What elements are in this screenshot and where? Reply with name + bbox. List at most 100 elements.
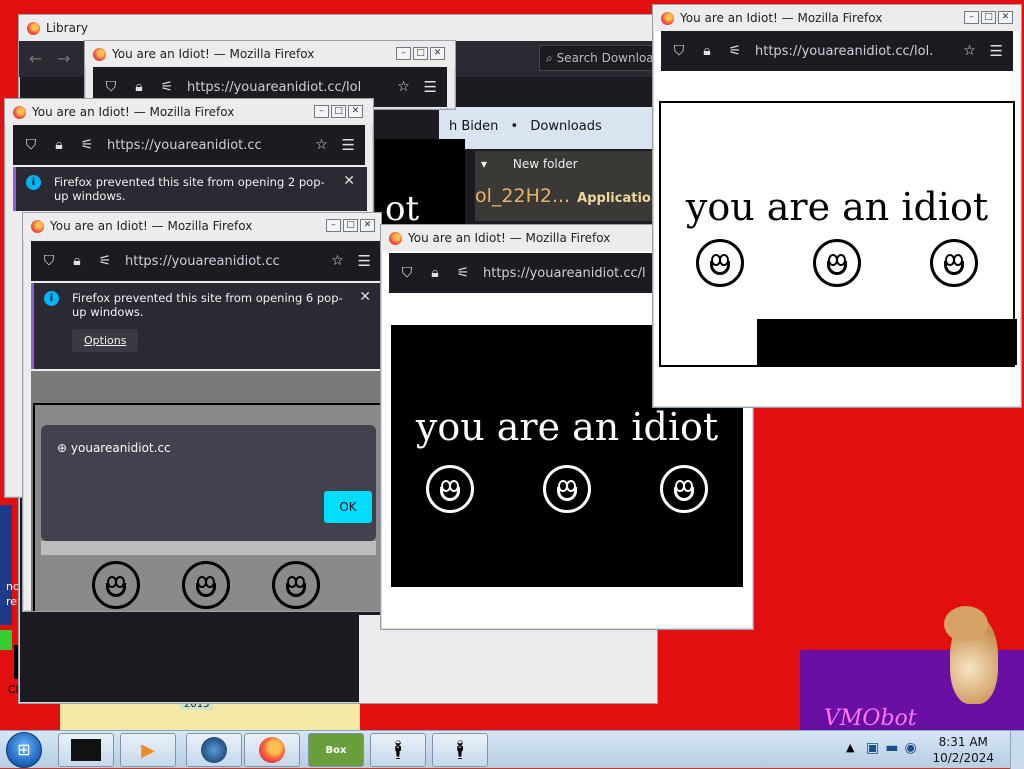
taskbar-cmd[interactable] bbox=[58, 733, 114, 767]
smiley-row bbox=[71, 561, 341, 609]
firefox-icon bbox=[31, 219, 44, 233]
hamburger-menu-icon[interactable]: ☰ bbox=[990, 42, 1003, 60]
smiley-icon bbox=[930, 239, 979, 287]
library-dark-partial-panel: ot bbox=[375, 139, 465, 229]
taskbar-firefox[interactable] bbox=[244, 733, 300, 767]
permissions-icon[interactable]: ⚟ bbox=[455, 265, 471, 281]
bookmark-star-icon[interactable]: ☆ bbox=[330, 253, 346, 269]
new-folder-label: New folder bbox=[512, 157, 578, 171]
lock-icon[interactable]: 🔒︎ bbox=[51, 137, 67, 153]
permissions-icon[interactable]: ⚟ bbox=[159, 79, 175, 95]
firefox-window-c[interactable]: You are an Idiot! — Mozilla Firefox – □ ✕ … bbox=[22, 212, 382, 612]
maximize-button[interactable]: □ bbox=[331, 105, 346, 118]
lock-icon[interactable]: 🔒︎ bbox=[427, 265, 443, 281]
dialog-ok-button[interactable]: OK bbox=[324, 491, 372, 523]
maximize-button[interactable]: □ bbox=[981, 11, 996, 24]
permissions-icon[interactable]: ⚟ bbox=[79, 137, 95, 153]
idiot-message: you are an idiot bbox=[415, 405, 719, 449]
start-button[interactable]: ⊞ bbox=[6, 732, 42, 768]
breadcrumb-item-biden[interactable]: h Biden bbox=[449, 119, 498, 134]
permissions-icon[interactable]: ⚟ bbox=[97, 253, 113, 269]
shield-icon[interactable]: ⛉ bbox=[41, 253, 57, 269]
file-row[interactable]: ol_22H2... Application D bbox=[475, 185, 658, 213]
window-b-title: You are an Idiot! — Mozilla Firefox bbox=[32, 105, 235, 119]
file-type: Application D bbox=[577, 191, 658, 206]
window-c-content: ⊕ youareanidiot.cc OK bbox=[31, 371, 381, 611]
info-icon: i bbox=[26, 175, 41, 190]
url-bar[interactable]: https://youareanidiot.cc bbox=[125, 254, 318, 269]
smiley-row bbox=[661, 239, 1013, 287]
forward-arrow-icon[interactable]: → bbox=[57, 49, 70, 68]
bookmark-star-icon[interactable]: ☆ bbox=[314, 137, 330, 153]
firefox-icon bbox=[27, 21, 40, 35]
window-c-toolbar: ⛉ 🔒︎ ⚟ https://youareanidiot.cc ☆ ☰ bbox=[31, 241, 381, 281]
close-notification-button[interactable]: ✕ bbox=[343, 173, 355, 189]
close-notification-button[interactable]: ✕ bbox=[359, 289, 371, 305]
library-search-placeholder: Search Downloa bbox=[556, 51, 654, 65]
shield-icon[interactable]: ⛉ bbox=[671, 43, 687, 59]
lock-icon[interactable]: 🔒︎ bbox=[699, 43, 715, 59]
window-f-controls: – □ ✕ bbox=[964, 11, 1013, 24]
bookmark-star-icon[interactable]: ☆ bbox=[396, 79, 412, 95]
figure-icon: 🕴︎ bbox=[448, 739, 472, 761]
url-bar[interactable]: https://youareanidiot.cc/lol bbox=[187, 80, 384, 95]
options-button[interactable]: Options bbox=[72, 329, 139, 352]
url-bar[interactable]: https://youareanidiot.cc/lol. bbox=[755, 44, 950, 59]
shield-icon[interactable]: ⛉ bbox=[103, 79, 119, 95]
network-icon[interactable]: ▣ bbox=[866, 740, 885, 756]
hamster-image[interactable] bbox=[940, 606, 1006, 706]
box-label: Box bbox=[325, 744, 347, 756]
smiley-icon bbox=[182, 561, 230, 609]
library-search-input[interactable]: ⌕ Search Downloa bbox=[539, 45, 657, 71]
horizontal-scrollbar[interactable] bbox=[41, 541, 376, 555]
hamburger-menu-icon[interactable]: ☰ bbox=[358, 252, 371, 270]
back-arrow-icon[interactable]: ← bbox=[29, 49, 42, 68]
minimize-button[interactable]: – bbox=[396, 47, 411, 60]
tray-show-hidden[interactable]: ▲ bbox=[846, 741, 854, 754]
taskbar-figure-1[interactable]: 🕴︎ bbox=[370, 733, 426, 767]
window-b-controls: – □ ✕ bbox=[314, 105, 363, 118]
breadcrumb-item-downloads[interactable]: Downloads bbox=[530, 119, 601, 134]
new-folder-button[interactable]: ▾ New folder bbox=[481, 157, 578, 171]
lock-icon[interactable]: 🔒︎ bbox=[69, 253, 85, 269]
firefox-window-f[interactable]: You are an Idiot! — Mozilla Firefox – □ ✕ … bbox=[652, 4, 1022, 408]
clock-time: 8:31 AM bbox=[938, 735, 988, 749]
clock[interactable]: 8:31 AM 10/2/2024 bbox=[932, 734, 994, 766]
close-button[interactable]: ✕ bbox=[430, 47, 445, 60]
popup-blocked-notification: i Firefox prevented this site from openi… bbox=[13, 167, 367, 211]
shield-icon[interactable]: ⛉ bbox=[23, 137, 39, 153]
volume-icon[interactable]: ◉ bbox=[904, 740, 922, 756]
tray-icons: ▣▬◉ bbox=[866, 740, 923, 756]
display-icon[interactable]: ▬ bbox=[885, 740, 904, 756]
window-c-title: You are an Idiot! — Mozilla Firefox bbox=[50, 219, 253, 233]
taskbar-box[interactable]: Box bbox=[308, 733, 364, 767]
minimize-button[interactable]: – bbox=[314, 105, 329, 118]
shield-icon[interactable]: ⛉ bbox=[399, 265, 415, 281]
info-icon: i bbox=[44, 291, 59, 306]
minimize-button[interactable]: – bbox=[326, 219, 341, 232]
bookmark-star-icon[interactable]: ☆ bbox=[962, 43, 978, 59]
permissions-icon[interactable]: ⚟ bbox=[727, 43, 743, 59]
library-titlebar[interactable]: Library bbox=[19, 15, 657, 41]
url-bar[interactable]: https://youareanidiot.cc bbox=[107, 138, 302, 153]
window-a-controls: – □ ✕ bbox=[396, 47, 445, 60]
window-f-title: You are an Idiot! — Mozilla Firefox bbox=[680, 11, 883, 25]
maximize-button[interactable]: □ bbox=[343, 219, 358, 232]
terminal-icon bbox=[71, 739, 101, 761]
smiley-icon bbox=[425, 465, 474, 513]
hamburger-menu-icon[interactable]: ☰ bbox=[424, 78, 437, 96]
show-desktop-button[interactable] bbox=[1010, 731, 1024, 769]
firefox-icon bbox=[13, 105, 26, 119]
taskbar-globe[interactable] bbox=[186, 733, 242, 767]
lock-icon[interactable]: 🔒︎ bbox=[131, 79, 147, 95]
taskbar-figure-2[interactable]: 🕴︎ bbox=[432, 733, 488, 767]
vmobot-text: VMObot bbox=[824, 706, 917, 731]
figure-icon: 🕴︎ bbox=[386, 739, 410, 761]
close-button[interactable]: ✕ bbox=[360, 219, 375, 232]
hamburger-menu-icon[interactable]: ☰ bbox=[342, 136, 355, 154]
close-button[interactable]: ✕ bbox=[998, 11, 1013, 24]
close-button[interactable]: ✕ bbox=[348, 105, 363, 118]
taskbar-media-player[interactable]: ▶ bbox=[120, 733, 176, 767]
maximize-button[interactable]: □ bbox=[413, 47, 428, 60]
minimize-button[interactable]: – bbox=[964, 11, 979, 24]
